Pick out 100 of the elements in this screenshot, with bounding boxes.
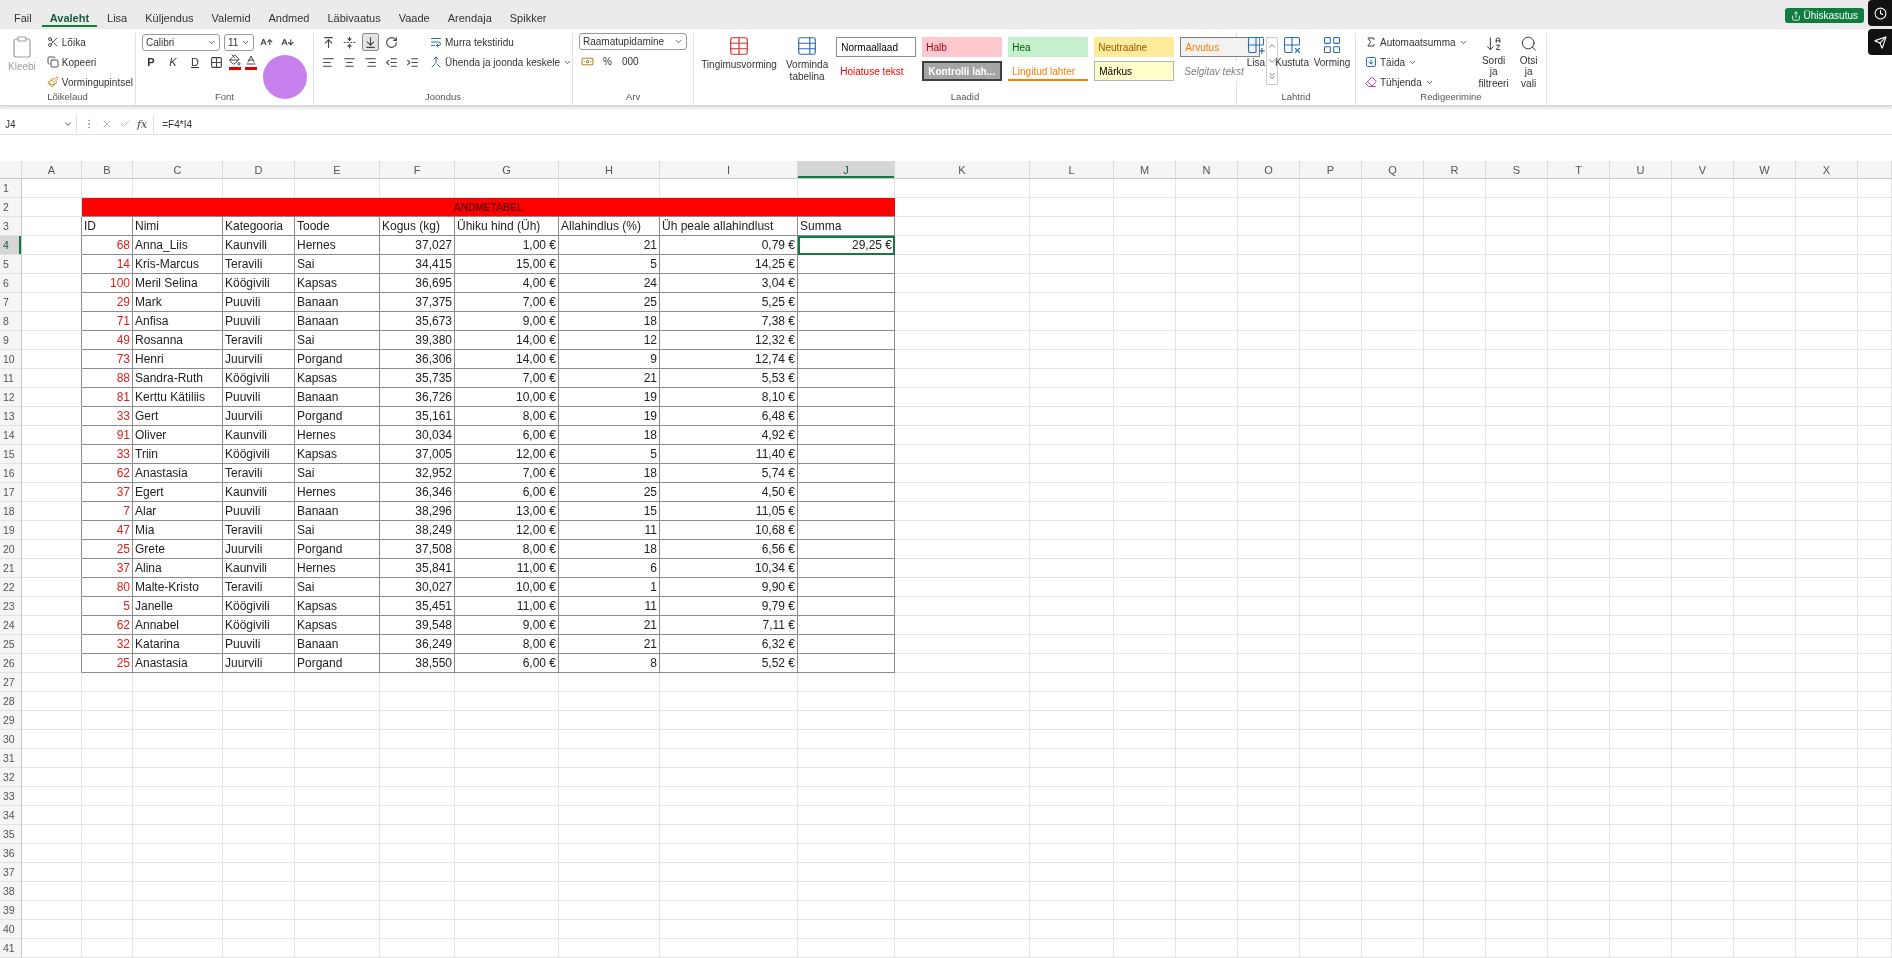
clipboard-button[interactable]: Lõika (43, 33, 136, 52)
row-header[interactable]: 31 (0, 749, 22, 768)
row-header[interactable]: 7 (0, 293, 22, 312)
font-color-button[interactable] (245, 54, 257, 71)
row-header[interactable]: 8 (0, 312, 22, 331)
table-cell[interactable] (798, 388, 895, 407)
row-header[interactable]: 36 (0, 844, 22, 863)
table-cell[interactable] (798, 312, 895, 331)
table-cell[interactable] (798, 597, 895, 616)
row-header[interactable]: 37 (0, 863, 22, 882)
row-header[interactable]: 27 (0, 673, 22, 692)
table-cell[interactable] (798, 445, 895, 464)
clear-button[interactable]: Tühjenda (1362, 73, 1471, 92)
row-header[interactable]: 22 (0, 578, 22, 597)
table-cell[interactable] (798, 483, 895, 502)
cells-button[interactable]: Kustuta (1275, 33, 1309, 92)
column-header[interactable]: S (1486, 161, 1548, 179)
row-header[interactable]: 38 (0, 882, 22, 901)
number-format-button[interactable]: 000 (618, 52, 642, 71)
column-header[interactable]: F (380, 161, 455, 179)
format-button[interactable]: K (164, 53, 182, 72)
row-header[interactable]: 10 (0, 350, 22, 369)
column-header[interactable]: Q (1362, 161, 1424, 179)
menu-tab[interactable]: Läbivaatus (319, 10, 389, 28)
font-size-field[interactable]: 11 (224, 33, 254, 51)
fill-color-button[interactable] (229, 54, 241, 71)
table-cell[interactable] (798, 654, 895, 673)
clipboard-button[interactable]: Kopeeri (43, 53, 136, 72)
row-header[interactable]: 3 (0, 217, 22, 236)
format-button[interactable]: D (186, 53, 204, 72)
column-header[interactable]: A (22, 161, 82, 179)
number-format-field[interactable]: Raamatupidamine (579, 33, 687, 51)
menu-tab[interactable]: Spikker (501, 10, 555, 28)
cell-style-swatch[interactable]: Neutraalne (1094, 37, 1175, 58)
cell-style-swatch[interactable]: Hea (1008, 37, 1089, 58)
row-header[interactable]: 16 (0, 464, 22, 483)
align-middle-button[interactable] (341, 33, 358, 52)
cells-button[interactable]: Vorming (1315, 33, 1349, 92)
column-header[interactable]: E (295, 161, 380, 179)
insert-function-button[interactable]: fx (137, 117, 148, 131)
row-header[interactable]: 23 (0, 597, 22, 616)
row-header[interactable]: 17 (0, 483, 22, 502)
format-table-button[interactable]: Vorminda tabelina (784, 33, 831, 92)
column-header[interactable]: P (1300, 161, 1362, 179)
row-header[interactable]: 29 (0, 711, 22, 730)
menu-tab[interactable]: Lisa (99, 10, 136, 28)
table-cell[interactable]: 29,25 € (798, 236, 895, 255)
cell-style-swatch[interactable]: Halb (922, 37, 1003, 58)
row-header[interactable]: 4 (0, 236, 22, 255)
fill-button[interactable]: Täida (1362, 53, 1471, 72)
table-cell[interactable] (798, 559, 895, 578)
table-cell[interactable] (798, 635, 895, 654)
column-header[interactable]: W (1734, 161, 1796, 179)
column-header[interactable]: I (660, 161, 798, 179)
column-header[interactable]: U (1610, 161, 1672, 179)
table-cell[interactable] (798, 426, 895, 445)
format-button[interactable]: P (142, 53, 160, 72)
row-header[interactable]: 18 (0, 502, 22, 521)
recorder-panel[interactable] (1868, 29, 1892, 55)
clipboard-button[interactable]: Vormingupintsel (43, 73, 136, 92)
table-cell[interactable] (798, 464, 895, 483)
formula-field[interactable]: =F4*I4 (153, 115, 1892, 134)
row-header[interactable]: 19 (0, 521, 22, 540)
column-header[interactable]: T (1548, 161, 1610, 179)
row-header[interactable]: 40 (0, 920, 22, 939)
row-header[interactable]: 26 (0, 654, 22, 673)
row-header[interactable]: 1 (0, 179, 22, 198)
row-header[interactable]: 25 (0, 635, 22, 654)
share-button[interactable]: Ühiskasutus (1784, 8, 1864, 24)
select-all-corner[interactable] (0, 161, 22, 179)
menu-tab[interactable]: Arendaja (439, 10, 500, 28)
cell-style-swatch[interactable]: Märkus (1094, 61, 1175, 82)
table-cell[interactable] (798, 274, 895, 293)
menu-tab[interactable]: Küljendus (137, 10, 202, 28)
row-header[interactable]: 35 (0, 825, 22, 844)
column-header[interactable]: R (1424, 161, 1486, 179)
cell-style-swatch[interactable]: Normaallaad (836, 37, 917, 58)
align-bottom-button[interactable] (362, 33, 379, 52)
menu-tab[interactable]: Avaleht (41, 10, 98, 28)
name-box[interactable]: J4 (2, 115, 77, 134)
table-cell[interactable] (798, 255, 895, 274)
menu-tab[interactable]: Fail (6, 10, 40, 28)
row-header[interactable]: 12 (0, 388, 22, 407)
table-cell[interactable] (798, 616, 895, 635)
table-cell[interactable] (798, 331, 895, 350)
menu-tab[interactable]: Andmed (260, 10, 318, 28)
column-header[interactable]: H (559, 161, 660, 179)
column-header[interactable] (1858, 161, 1892, 179)
table-cell[interactable] (798, 350, 895, 369)
column-header[interactable]: K (895, 161, 1030, 179)
column-header[interactable]: X (1796, 161, 1858, 179)
table-cell[interactable] (798, 540, 895, 559)
column-header[interactable]: L (1030, 161, 1114, 179)
column-header[interactable]: O (1238, 161, 1300, 179)
menu-tab[interactable]: Valemid (203, 10, 259, 28)
column-header[interactable]: C (133, 161, 223, 179)
conditional-format-button[interactable]: Tingimusvorming (700, 33, 778, 92)
column-header[interactable]: V (1672, 161, 1734, 179)
row-header[interactable]: 13 (0, 407, 22, 426)
table-cell[interactable] (798, 407, 895, 426)
